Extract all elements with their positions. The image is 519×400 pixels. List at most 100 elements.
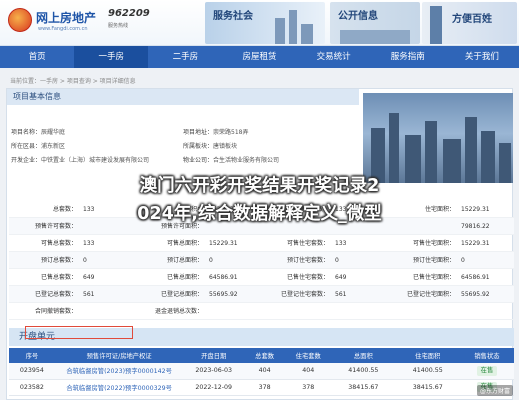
stat-label: 可售住宅面积： [412,240,455,247]
unit-total-area: 38415.67 [331,379,396,396]
stat-value: 55695.92 [209,291,238,298]
unit-open-date: 2023-06-03 [183,363,244,380]
project-name: 项目名称：辰耀华庭 [11,129,66,136]
banner-service: 服务社会 [205,2,325,44]
stat-label: 预订总套数： [40,257,77,264]
project-developer: 开发企业：中铁置业（上海）城市建设发展有限公司 [11,157,150,164]
units-table-header: 序号 预售许可证/房地产权证 开盘日期 总套数 住宅套数 总面积 住宅面积 销售… [9,348,514,363]
unit-id: 023582 [9,379,55,396]
stat-label: 预订住宅面积： [412,257,455,264]
nav-rental[interactable]: 房屋租赁 [222,46,296,68]
stats-row: 合同撤销套数： 退金退销总次数： [9,303,514,320]
site-logo-icon[interactable] [8,8,32,32]
stat-value: 15229.31 [461,240,490,247]
stat-label: 已售住宅面积： [412,274,455,281]
stat-value: 649 [335,274,347,281]
col-header: 序号 [9,348,55,363]
stat-value: 0 [461,257,465,264]
nav-about[interactable]: 关于我们 [445,46,519,68]
stat-label: 预订总面积： [166,257,203,264]
unit-permit-link[interactable]: 合筑临督房管(2022)预字0000329号 [54,379,184,396]
stat-value: 0 [335,257,339,264]
unit-id: 023954 [9,363,55,380]
unit-permit-link[interactable]: 合筑临督房管(2023)预字0000142号 [54,363,184,380]
project-photo [363,93,513,183]
stats-row: 预订总套数： 0 预订总面积： 0 预订住宅套数： 0 预订住宅面积： 0 [9,252,514,269]
stat-value: 649 [83,274,95,281]
stat-value: 561 [335,291,347,298]
stat-value: 55695.92 [461,291,490,298]
stat-value [329,303,385,320]
unit-residential-count: 404 [285,363,332,380]
stat-value: 15229.31 [209,240,238,247]
source-label: @东方财富 [476,385,513,396]
unit-status: 在售 [459,363,514,380]
nav-home[interactable]: 首页 [0,46,74,68]
nav-new-homes[interactable]: 一手房 [74,46,149,68]
unit-residential-count: 378 [285,379,332,396]
col-header: 预售许可证/房地产权证 [54,348,184,363]
logo-url: www.Fangdi.com.cn [38,26,88,32]
logo-text[interactable]: 网上房地产 [36,9,96,26]
stat-value [203,303,259,320]
stat-label: 已登记总面积： [160,291,203,298]
stat-label: 可售总套数： [40,240,77,247]
nav-guide[interactable]: 服务指南 [371,46,445,68]
highlight-box [25,326,133,339]
banner-public-info: 公开信息 [330,2,420,44]
stat-label: 合同撤销套数： [34,308,77,315]
stat-label [267,303,329,320]
unit-total-count: 404 [243,363,286,380]
stat-label: 已登记住宅套数： [280,291,329,298]
site-header: 网上房地产 www.Fangdi.com.cn 962209 服务热线 服务社会… [0,0,519,46]
stat-label: 可售总面积： [166,240,203,247]
stat-value: 0 [209,257,213,264]
banner-convenience: 方便百姓 [422,2,517,44]
main-nav: 首页 一手房 二手房 房屋租赁 交易统计 服务指南 关于我们 [0,46,519,68]
project-address: 项目地址：崇荣路518弄 [183,129,249,136]
col-header: 开盘日期 [183,348,244,363]
stat-value: 133 [335,240,347,247]
stats-row: 可售总套数： 133 可售总面积： 15229.31 可售住宅套数： 133 可售住宅面积：… [9,235,514,252]
table-row[interactable]: 023954 合筑临督房管(2023)预字0000142号 2023-06-03… [9,363,514,380]
stats-row: 已售总套数： 649 已售总面积： 64586.91 已售住宅套数： 649 已售住宅面积：… [9,269,514,286]
nav-second-hand[interactable]: 二手房 [148,46,222,68]
breadcrumb: 当前位置：一手房 > 项目查询 > 项目详细信息 [10,78,136,85]
stat-label: 预订住宅套数： [286,257,329,264]
unit-residential-area: 38415.67 [395,379,460,396]
stat-label [393,303,455,320]
col-header: 住宅套数 [285,348,332,363]
table-row[interactable]: 023582 合筑临督房管(2022)预字0000329号 2022-12-09… [9,379,514,396]
stat-value [455,303,511,320]
unit-open-date: 2022-12-09 [183,379,244,396]
stat-label: 可售住宅套数： [286,240,329,247]
project-detail-panel: 项目基本信息 项目名称：辰耀华庭 所在区县：浦东新区 开发企业：中铁置业（上海）… [6,88,514,400]
status-badge: 在售 [476,365,498,376]
stat-value: 0 [83,257,87,264]
unit-total-count: 378 [243,379,286,396]
col-header: 销售状态 [459,348,514,363]
project-property-mgmt: 物业公司：合生活物业服务有限公司 [183,157,280,164]
project-plate: 所属板块：唐镇板块 [183,143,238,150]
nav-statistics[interactable]: 交易统计 [297,46,371,68]
overlay-headline-line2: 024年,综合数据解释定义_微型 [137,204,382,224]
col-header: 总套数 [243,348,286,363]
stat-label: 已售住宅套数： [286,274,329,281]
stats-row: 已登记总套数： 561 已登记总面积： 55695.92 已登记住宅套数： 561 已登记住… [9,286,514,303]
stat-label: 退金退销总次数： [154,308,203,315]
hotline-label: 服务热线 [108,23,129,29]
section-title-project-info: 项目基本信息 [7,89,359,105]
project-district: 所在区县：浦东新区 [11,143,66,150]
hotline-number: 962209 [108,8,150,19]
stat-label: 已登记总套数： [34,291,77,298]
stat-label: 已登记住宅面积： [406,291,455,298]
stat-value: 64586.91 [461,274,490,281]
col-header: 住宅面积 [395,348,460,363]
stat-value: 561 [83,291,95,298]
units-table: 序号 预售许可证/房地产权证 开盘日期 总套数 住宅套数 总面积 住宅面积 销售… [9,348,514,396]
stat-value [77,303,133,320]
stat-value: 64586.91 [209,274,238,281]
unit-residential-area: 41400.55 [395,363,460,380]
stat-label: 已售总套数： [40,274,77,281]
stat-value: 133 [83,240,95,247]
